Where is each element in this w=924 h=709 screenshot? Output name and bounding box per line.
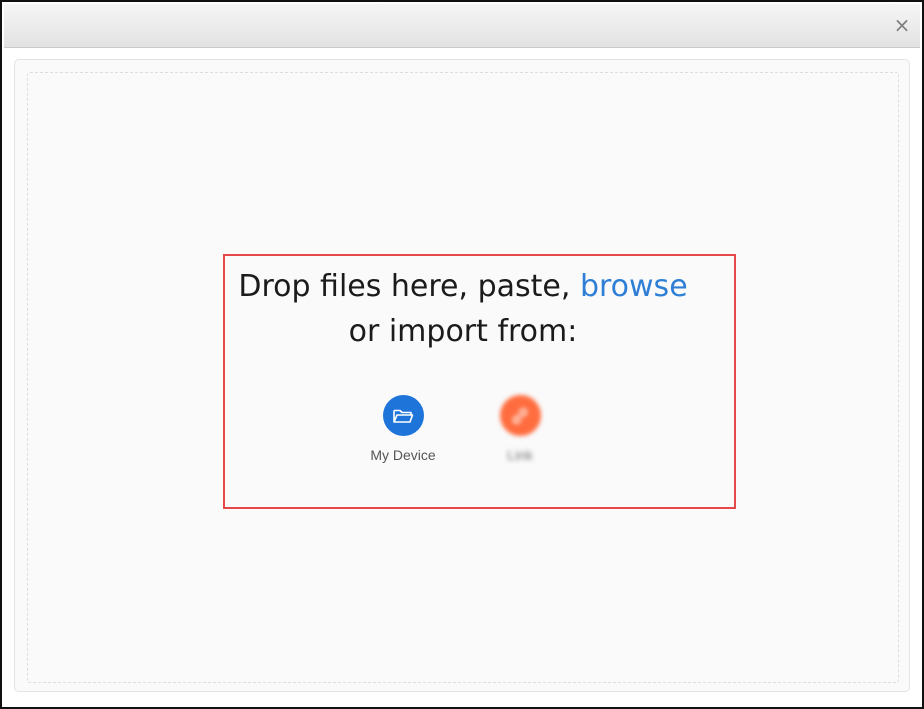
link-icon xyxy=(499,395,541,436)
modal-titlebar: × xyxy=(4,4,920,48)
drop-instructions: Drop files here, paste, browse or import… xyxy=(223,264,703,354)
provider-link-button[interactable]: Link xyxy=(470,395,570,463)
folder-open-icon xyxy=(382,395,424,436)
provider-my-device-label: My Device xyxy=(370,447,436,463)
file-upload-modal: × Drop files here, paste, browse or impo… xyxy=(0,0,924,709)
browse-link[interactable]: browse xyxy=(580,269,688,304)
import-from-text: or import from: xyxy=(348,314,578,349)
close-button[interactable]: × xyxy=(893,15,911,35)
drop-instructions-text: Drop files here, paste, xyxy=(238,269,571,304)
provider-my-device-button[interactable]: My Device xyxy=(353,395,453,463)
provider-list: My Device Link xyxy=(342,395,582,475)
provider-link-label: Link xyxy=(507,447,533,463)
